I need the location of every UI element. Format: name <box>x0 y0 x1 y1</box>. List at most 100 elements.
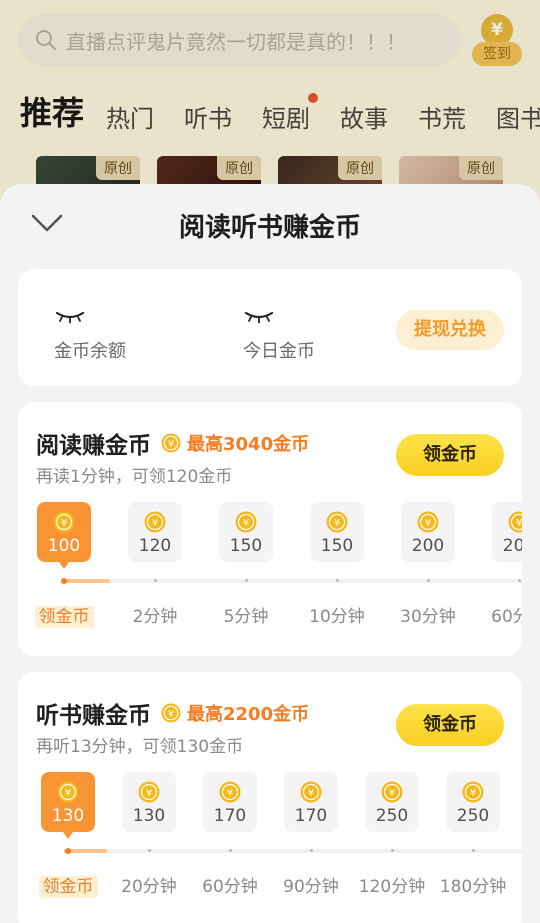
tier-time-label: 20分钟 <box>121 877 177 897</box>
sheet-title: 阅读听书赚金币 <box>178 213 361 243</box>
svg-text:¥: ¥ <box>516 518 522 529</box>
claim-coins-button[interactable]: 领金币 <box>396 704 504 746</box>
progress-tick <box>148 849 151 852</box>
coin-icon: ¥ <box>462 781 484 803</box>
tier-time: 180分钟 <box>426 872 520 897</box>
hidden-value-icon <box>55 311 85 324</box>
tier-amount: 150 <box>229 536 263 556</box>
svg-text:¥: ¥ <box>470 788 476 799</box>
reward-tier[interactable]: ¥170 90分钟 <box>283 772 339 897</box>
svg-text:¥: ¥ <box>168 439 174 450</box>
tier-amount: 170 <box>213 806 247 826</box>
progress-tick <box>427 579 430 582</box>
tier-box: ¥130 <box>122 772 176 832</box>
svg-text:¥: ¥ <box>61 518 67 529</box>
reward-tier[interactable]: ¥200 60分钟 <box>491 502 522 627</box>
sheet-header: 阅读听书赚金币 <box>0 184 540 264</box>
tier-time: 60分钟 <box>183 872 277 897</box>
tier-time: 领金币 <box>18 602 111 628</box>
progress-tick <box>336 579 339 582</box>
coin-icon: ¥ <box>161 433 181 453</box>
today-label: 今日金币 <box>243 341 315 362</box>
coin-icon: ¥ <box>381 781 403 803</box>
tier-amount: 250 <box>375 806 409 826</box>
coin-icon: ¥ <box>508 511 522 533</box>
coin-icon: ¥ <box>417 511 439 533</box>
reward-tier[interactable]: ¥130 领金币 <box>38 772 98 898</box>
progress-tick <box>61 578 67 584</box>
svg-text:¥: ¥ <box>152 518 158 529</box>
tier-time-label: 30分钟 <box>400 607 456 627</box>
task-subtitle: 再听13分钟，可领130金币 <box>36 737 244 757</box>
tier-time-label: 领金币 <box>38 876 98 898</box>
tier-time-label: 2分钟 <box>132 607 178 627</box>
reward-tier[interactable]: ¥150 10分钟 <box>309 502 365 627</box>
svg-text:¥: ¥ <box>389 788 395 799</box>
tier-box: ¥120 <box>128 502 182 562</box>
reward-tier[interactable]: ¥170 60分钟 <box>202 772 258 897</box>
coin-icon: ¥ <box>138 781 160 803</box>
task-title-row: 听书赚金币 ¥ 最高2200金币 <box>36 696 309 730</box>
tier-time: 10分钟 <box>290 602 384 627</box>
progress-tick <box>245 579 248 582</box>
tier-box: ¥200 <box>401 502 455 562</box>
svg-text:¥: ¥ <box>334 518 340 529</box>
read-task-card: 阅读赚金币 ¥ 最高3040金币 再读1分钟，可领120金币 领金币 ¥100 领… <box>18 402 522 656</box>
tier-time-label: 10分钟 <box>309 607 365 627</box>
coin-icon: ¥ <box>53 511 75 533</box>
reward-tiers: ¥100 领金币 ¥120 2分钟 ¥150 5分钟 ¥150 10分钟 ¥200 30分钟 ¥20… <box>18 502 522 662</box>
coin-icon: ¥ <box>144 511 166 533</box>
tier-time: 领金币 <box>21 872 115 898</box>
svg-text:¥: ¥ <box>65 788 71 799</box>
progress-tick <box>65 848 71 854</box>
redeem-button[interactable]: 提现兑换 <box>396 310 504 350</box>
tier-amount: 150 <box>320 536 354 556</box>
reward-tier[interactable]: ¥130 20分钟 <box>121 772 177 897</box>
tier-box: ¥150 <box>310 502 364 562</box>
balance-label: 金币余额 <box>54 341 126 362</box>
coin-icon: ¥ <box>235 511 257 533</box>
tier-box: ¥250 <box>446 772 500 832</box>
tier-box: ¥100 <box>37 502 91 569</box>
tier-amount: 100 <box>47 536 81 556</box>
progress-tick <box>229 849 232 852</box>
tier-time-label: 60分钟 <box>202 877 258 897</box>
svg-text:¥: ¥ <box>227 788 233 799</box>
today-stat: 今日金币 <box>243 309 315 363</box>
tier-box: ¥150 <box>219 502 273 562</box>
tier-time-label: 180分钟 <box>439 877 507 897</box>
tier-amount: 120 <box>138 536 172 556</box>
progress-tick <box>391 849 394 852</box>
balance-stat: 金币余额 <box>54 309 126 363</box>
task-title: 阅读赚金币 <box>36 433 151 459</box>
tier-time-label: 60分钟 <box>491 607 522 627</box>
reward-tier[interactable]: ¥100 领金币 <box>34 502 94 628</box>
tier-time: 60分钟 <box>472 602 522 627</box>
tier-time: 120分钟 <box>345 872 439 897</box>
tier-box: ¥170 <box>203 772 257 832</box>
reward-tier[interactable]: ¥250 120分钟 <box>359 772 425 897</box>
hidden-value-icon <box>244 311 274 324</box>
reward-tier[interactable]: ¥200 30分钟 <box>400 502 456 627</box>
max-coins-label: 最高3040金币 <box>187 434 310 455</box>
svg-text:¥: ¥ <box>168 709 174 720</box>
tier-amount: 170 <box>294 806 328 826</box>
progress-tick <box>310 849 313 852</box>
wallet-card: 金币余额 今日金币 提现兑换 <box>18 269 522 386</box>
svg-text:¥: ¥ <box>425 518 431 529</box>
tier-amount: 200 <box>411 536 445 556</box>
tier-time-label: 5分钟 <box>223 607 269 627</box>
reward-tier[interactable]: ¥120 2分钟 <box>128 502 182 627</box>
reward-tier[interactable]: ¥150 5分钟 <box>219 502 273 627</box>
coin-icon: ¥ <box>57 781 79 803</box>
reward-tiers: ¥130 领金币 ¥130 20分钟 ¥170 60分钟 ¥170 90分钟 ¥250 120分钟… <box>18 772 522 923</box>
progress-track <box>64 849 522 853</box>
svg-text:¥: ¥ <box>308 788 314 799</box>
tier-time-label: 领金币 <box>34 606 94 628</box>
progress-tick <box>472 849 475 852</box>
tier-time: 30分钟 <box>381 602 475 627</box>
tier-time: 5分钟 <box>199 602 293 627</box>
coin-icon: ¥ <box>219 781 241 803</box>
reward-tier[interactable]: ¥250 180分钟 <box>440 772 506 897</box>
claim-coins-button[interactable]: 领金币 <box>396 434 504 476</box>
